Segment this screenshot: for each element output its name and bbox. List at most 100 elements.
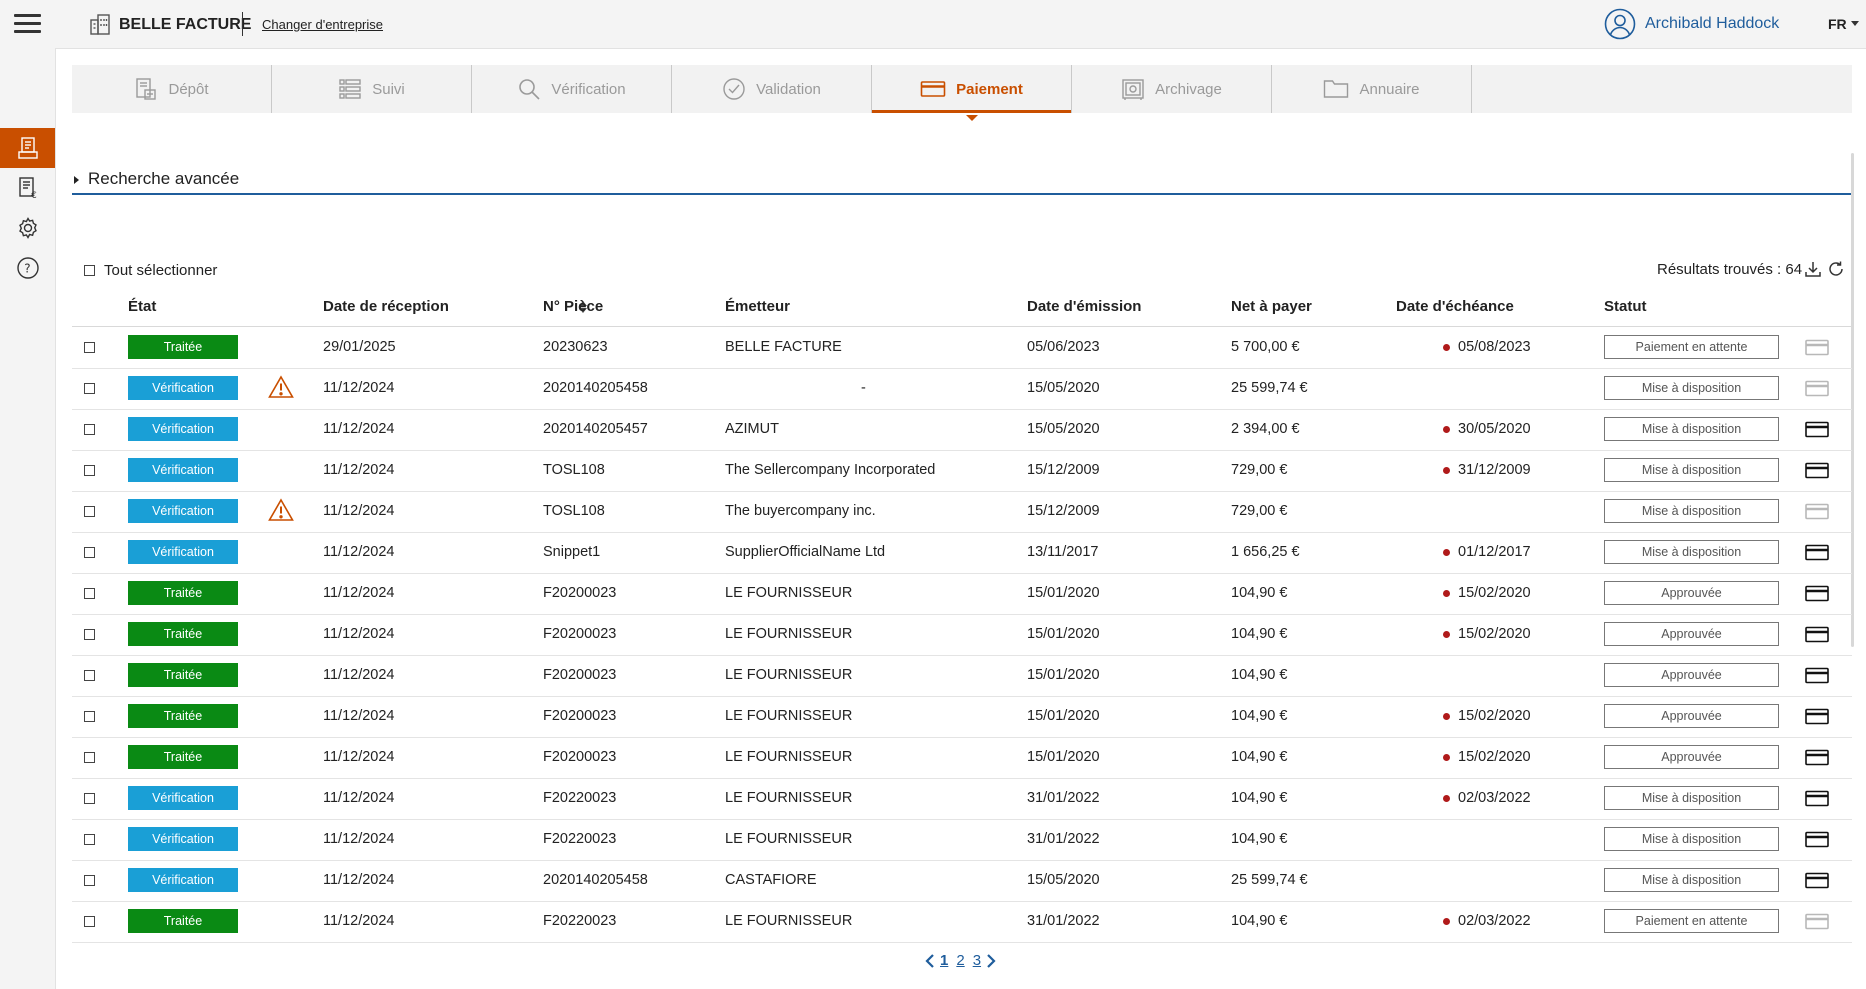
sidebar-item-help[interactable]: ? [0, 248, 55, 288]
payment-card-icon[interactable] [1805, 503, 1829, 520]
payment-card-icon[interactable] [1805, 790, 1829, 807]
prev-page-icon[interactable] [924, 953, 936, 969]
status-badge: Traitée [128, 745, 238, 769]
menu-icon[interactable] [14, 14, 41, 34]
col-emetteur[interactable]: Émetteur [725, 298, 790, 315]
table-row[interactable]: Traitée 11/12/2024 F20200023 LE FOURNISSEUR… [72, 614, 1852, 656]
row-checkbox[interactable] [84, 752, 95, 763]
sidebar-item-billing[interactable]: € [0, 168, 55, 208]
status-field: Mise à disposition [1604, 868, 1779, 892]
table-row[interactable]: Traitée 11/12/2024 F20200023 LE FOURNISSEUR… [72, 696, 1852, 738]
cell-date-emission: 15/12/2009 [1027, 503, 1100, 519]
cell-echeance: 30/05/2020 [1458, 421, 1531, 437]
row-checkbox[interactable] [84, 465, 95, 476]
col-echeance[interactable]: Date d'échéance [1396, 298, 1514, 315]
table-row[interactable]: Traitée 11/12/2024 F20200023 LE FOURNISSEUR… [72, 573, 1852, 615]
page-link-2[interactable]: 2 [956, 952, 964, 969]
cell-piece: F20220023 [543, 913, 617, 929]
tab-annuaire[interactable]: Annuaire [1272, 65, 1472, 113]
payment-card-icon[interactable] [1805, 913, 1829, 930]
cell-date-emission: 31/01/2022 [1027, 831, 1100, 847]
language-selector[interactable]: FR [1828, 16, 1859, 32]
table-row[interactable]: Traitée 11/12/2024 F20200023 LE FOURNISSEUR… [72, 737, 1852, 779]
payment-card-icon[interactable] [1805, 626, 1829, 643]
row-checkbox[interactable] [84, 711, 95, 722]
refresh-icon[interactable] [1827, 260, 1845, 278]
cell-emetteur: The Sellercompany Incorporated [725, 462, 936, 478]
table-row[interactable]: Vérification 11/12/2024 TOSL108 The Sellerc… [72, 450, 1852, 492]
row-checkbox[interactable] [84, 670, 95, 681]
col-date-reception[interactable]: Date de réception [323, 298, 449, 315]
table-row[interactable]: Vérification 11/12/2024 Snippet1 SupplierOf… [72, 532, 1852, 574]
status-field: Mise à disposition [1604, 827, 1779, 851]
tab-depot[interactable]: Dépôt [72, 65, 272, 113]
row-checkbox[interactable] [84, 547, 95, 558]
col-date-emission[interactable]: Date d'émission [1027, 298, 1141, 315]
tab-verification[interactable]: Vérification [472, 65, 672, 113]
page-link-1[interactable]: 1 [940, 952, 948, 969]
payment-card-icon[interactable] [1805, 462, 1829, 479]
col-piece[interactable]: N° Pièce [543, 298, 603, 315]
deposit-icon [134, 77, 158, 101]
table-row[interactable]: Traitée 11/12/2024 F20220023 LE FOURNISSEUR… [72, 901, 1852, 943]
payment-card-icon[interactable] [1805, 339, 1829, 356]
table-row[interactable]: Vérification 11/12/2024 F20220023 LE FOURNI… [72, 819, 1852, 861]
cell-piece: F20220023 [543, 831, 617, 847]
warning-icon [268, 375, 294, 398]
row-checkbox[interactable] [84, 342, 95, 353]
payment-card-icon[interactable] [1805, 708, 1829, 725]
row-checkbox[interactable] [84, 629, 95, 640]
payment-card-icon[interactable] [1805, 380, 1829, 397]
cell-piece: F20200023 [543, 626, 617, 642]
row-checkbox[interactable] [84, 875, 95, 886]
payment-card-icon[interactable] [1805, 749, 1829, 766]
row-checkbox[interactable] [84, 506, 95, 517]
cell-emetteur: CASTAFIORE [725, 872, 817, 888]
tab-validation[interactable]: Validation [672, 65, 872, 113]
cell-emetteur: SupplierOfficialName Ltd [725, 544, 886, 560]
tab-paiement[interactable]: Paiement [872, 65, 1072, 121]
table-row[interactable]: Vérification 11/12/2024 TOSL108 The buyerco… [72, 491, 1852, 533]
tab-suivi[interactable]: Suivi [272, 65, 472, 113]
sidebar-item-settings[interactable] [0, 208, 55, 248]
table-row[interactable]: Vérification 11/12/2024 2020140205458 - 15/0… [72, 368, 1852, 410]
tab-archivage[interactable]: Archivage [1072, 65, 1272, 113]
table-row[interactable]: Vérification 11/12/2024 2020140205457 AZIMU… [72, 409, 1852, 451]
payment-card-icon[interactable] [1805, 831, 1829, 848]
row-checkbox[interactable] [84, 916, 95, 927]
row-checkbox[interactable] [84, 793, 95, 804]
next-page-icon[interactable] [985, 953, 997, 969]
change-company-link[interactable]: Changer d'entreprise [262, 17, 383, 32]
sidebar-item-invoices[interactable] [0, 128, 55, 168]
pagination: 1 2 3 [924, 952, 997, 969]
table-row[interactable]: Traitée 11/12/2024 F20200023 LE FOURNISSEUR… [72, 655, 1852, 697]
status-badge: Vérification [128, 868, 238, 892]
table-row[interactable]: Vérification 11/12/2024 2020140205458 CASTA… [72, 860, 1852, 902]
status-badge: Vérification [128, 417, 238, 441]
card-icon [920, 79, 946, 99]
payment-card-icon[interactable] [1805, 544, 1829, 561]
advanced-search-toggle[interactable]: Recherche avancée [72, 168, 1852, 195]
row-checkbox[interactable] [84, 383, 95, 394]
status-field: Mise à disposition [1604, 786, 1779, 810]
payment-card-icon[interactable] [1805, 585, 1829, 602]
col-net[interactable]: Net à payer [1231, 298, 1312, 315]
table-row[interactable]: Vérification 11/12/2024 F20220023 LE FOURNI… [72, 778, 1852, 820]
payment-card-icon[interactable] [1805, 667, 1829, 684]
due-dot [1443, 631, 1450, 638]
table-row[interactable]: Traitée 29/01/2025 20230623 BELLE FACTURE 05… [72, 327, 1852, 369]
row-checkbox[interactable] [84, 424, 95, 435]
page-link-3[interactable]: 3 [973, 952, 981, 969]
download-icon[interactable] [1804, 260, 1822, 278]
row-checkbox[interactable] [84, 588, 95, 599]
due-dot [1443, 549, 1450, 556]
col-etat[interactable]: État [128, 298, 156, 315]
cell-piece: 2020140205458 [543, 872, 648, 888]
payment-card-icon[interactable] [1805, 872, 1829, 889]
payment-card-icon[interactable] [1805, 421, 1829, 438]
select-all-checkbox[interactable]: Tout sélectionner [84, 262, 217, 279]
col-statut[interactable]: Statut [1604, 298, 1647, 315]
checkbox[interactable] [84, 265, 95, 276]
user-menu[interactable]: Archibald Haddock [1604, 8, 1779, 40]
row-checkbox[interactable] [84, 834, 95, 845]
